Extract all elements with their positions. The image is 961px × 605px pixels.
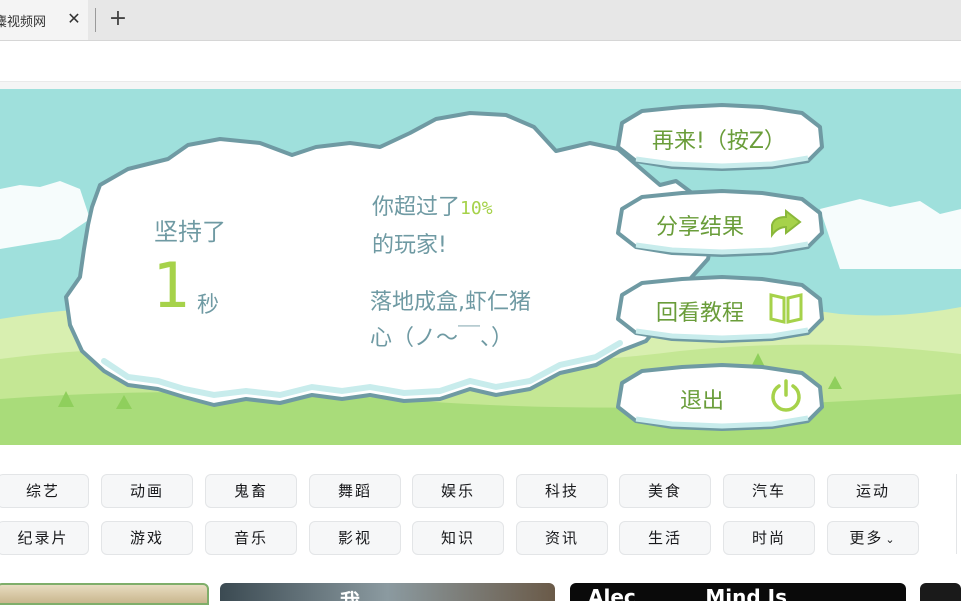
beat-prefix: 你超过了 (372, 195, 461, 220)
review-tutorial-button[interactable]: 回看教程 (612, 273, 826, 345)
power-icon (771, 379, 801, 412)
video-thumbnail[interactable]: 我 (220, 583, 555, 601)
category-games[interactable]: 游戏 (101, 521, 193, 555)
video-thumbnail[interactable]: Alec Mind Is (570, 583, 906, 601)
category-kichiku[interactable]: 鬼畜 (205, 474, 297, 508)
category-music[interactable]: 音乐 (205, 521, 297, 555)
section-divider (956, 474, 957, 554)
category-car[interactable]: 汽车 (723, 474, 815, 508)
category-film[interactable]: 影视 (309, 521, 401, 555)
book-icon (769, 293, 803, 324)
beat-suffix: 的玩家! (372, 233, 447, 258)
browser-tab-bar: 麋视频网 ✕ + (0, 0, 961, 41)
video-thumbnail[interactable] (920, 583, 961, 601)
exit-button[interactable]: 退出 (612, 361, 826, 433)
comment-line-2: 心（ノ〜￣、） (370, 326, 514, 351)
comment-line-1: 落地成盒,虾仁猪 (370, 290, 531, 315)
tab-separator (95, 8, 96, 32)
survival-seconds: 1 (152, 249, 190, 322)
category-life[interactable]: 生活 (619, 521, 711, 555)
category-news[interactable]: 资讯 (516, 521, 608, 555)
share-result-button[interactable]: 分享结果 (612, 187, 826, 259)
category-fashion[interactable]: 时尚 (723, 521, 815, 555)
category-food[interactable]: 美食 (619, 474, 711, 508)
thumbnail-text: Alec Mind Is (588, 585, 788, 601)
category-dance[interactable]: 舞蹈 (309, 474, 401, 508)
category-entertainment[interactable]: 娱乐 (412, 474, 504, 508)
more-label: 更多 (849, 529, 884, 547)
new-tab-icon[interactable]: + (106, 6, 130, 32)
category-tech[interactable]: 科技 (516, 474, 608, 508)
category-variety[interactable]: 综艺 (0, 474, 89, 508)
category-anime[interactable]: 动画 (101, 474, 193, 508)
category-knowledge[interactable]: 知识 (412, 521, 504, 555)
seconds-unit: 秒 (197, 293, 220, 318)
tutorial-label: 回看教程 (656, 301, 745, 326)
beat-percent: 10% (460, 198, 493, 219)
category-documentary[interactable]: 纪录片 (0, 521, 89, 555)
result-comment: 落地成盒,虾仁猪 心（ノ〜￣、） (370, 285, 580, 357)
thumbnail-text: 我 (340, 589, 360, 601)
category-sports[interactable]: 运动 (827, 474, 919, 508)
beat-players-text: 你超过了10% 的玩家! (372, 189, 572, 264)
retry-label: 再来!（按Z） (652, 129, 786, 154)
chevron-down-icon: ⌄ (885, 533, 897, 546)
category-more[interactable]: 更多 ⌄ (827, 521, 919, 555)
address-bar[interactable] (0, 41, 961, 82)
video-thumbnail[interactable] (0, 583, 209, 605)
tab-title: 麋视频网 (0, 15, 47, 30)
persist-label: 坚持了 (154, 218, 226, 246)
share-label: 分享结果 (656, 215, 745, 240)
exit-label: 退出 (680, 389, 725, 414)
close-icon[interactable]: ✕ (64, 9, 84, 29)
game-result-banner: 坚持了 1 秒 你超过了10% 的玩家! 落地成盒,虾仁猪 心（ノ〜￣、） 再来… (0, 89, 961, 445)
retry-button[interactable]: 再来!（按Z） (612, 101, 826, 173)
toolbar-divider (0, 82, 961, 89)
browser-tab[interactable]: 麋视频网 ✕ (0, 0, 88, 40)
share-arrow-icon (771, 208, 802, 238)
